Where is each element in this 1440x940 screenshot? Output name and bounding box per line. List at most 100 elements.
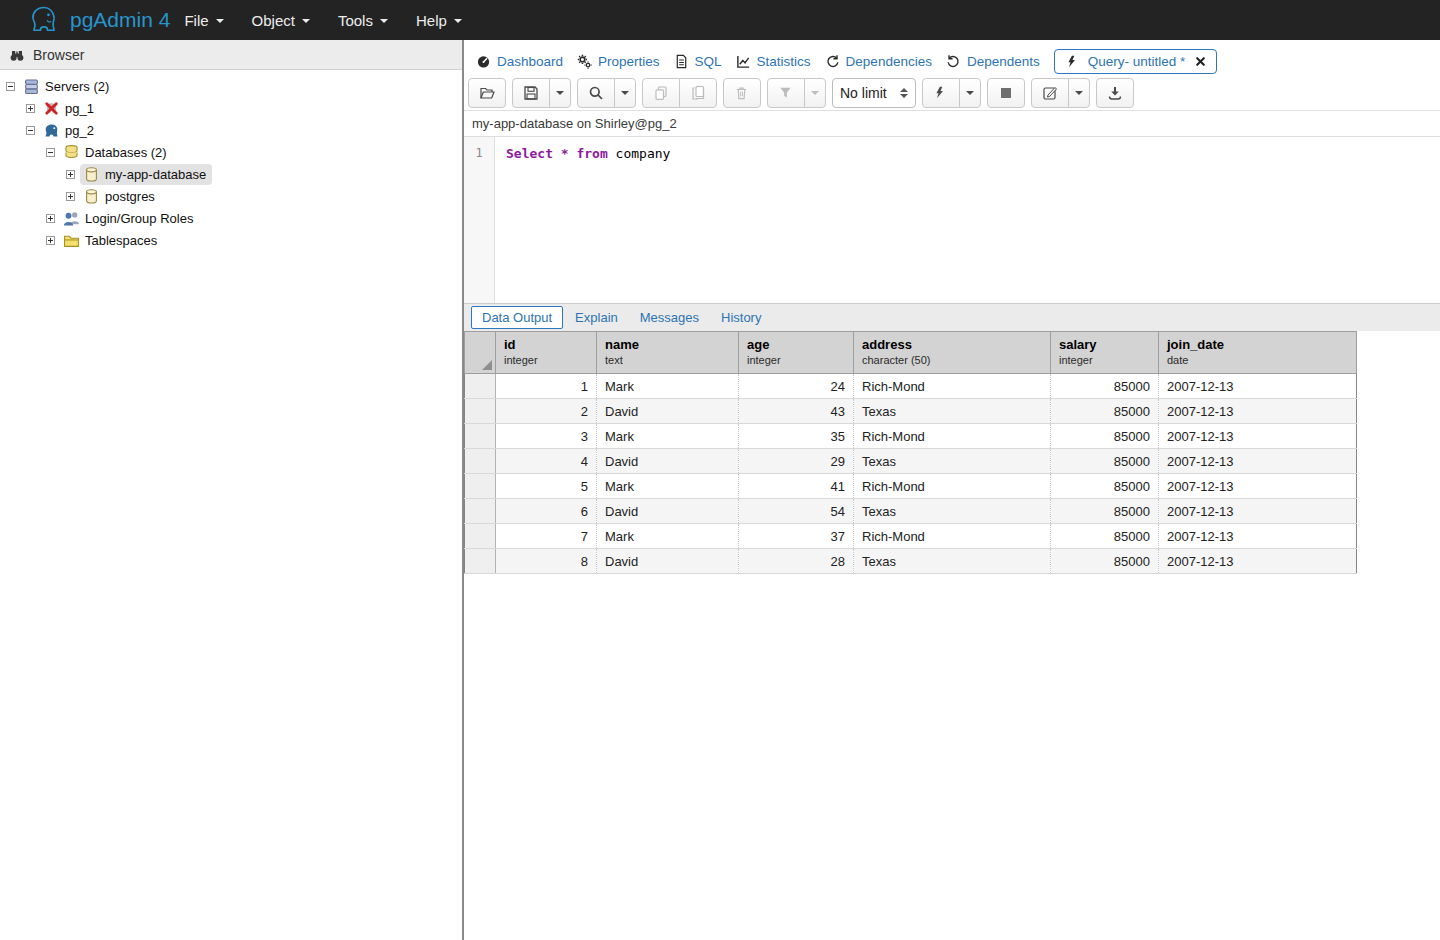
column-header-age[interactable]: ageinteger <box>739 332 854 374</box>
expand-icon[interactable] <box>66 170 75 179</box>
expand-icon[interactable] <box>46 236 55 245</box>
tab-statistics[interactable]: Statistics <box>736 54 811 69</box>
cell-address[interactable]: Texas <box>854 499 1051 524</box>
cell-age[interactable]: 37 <box>739 524 854 549</box>
cell-address[interactable]: Texas <box>854 399 1051 424</box>
cell-name[interactable]: David <box>597 549 739 574</box>
cell-name[interactable]: David <box>597 449 739 474</box>
column-header-salary[interactable]: salaryinteger <box>1051 332 1159 374</box>
collapse-icon[interactable] <box>46 148 55 157</box>
cell-id[interactable]: 1 <box>496 374 597 399</box>
cell-name[interactable]: David <box>597 499 739 524</box>
save-button[interactable] <box>512 78 550 108</box>
sql-editor[interactable]: 1 Select * from company <box>464 137 1440 303</box>
cell-age[interactable]: 24 <box>739 374 854 399</box>
cell-name[interactable]: Mark <box>597 374 739 399</box>
menu-object[interactable]: Object <box>252 12 310 29</box>
cell-join-date[interactable]: 2007-12-13 <box>1159 449 1357 474</box>
output-tab-history[interactable]: History <box>711 307 771 328</box>
sql-code-line[interactable]: Select * from company <box>495 137 670 303</box>
execute-options-caret[interactable] <box>959 78 981 108</box>
tab-query-untitled[interactable]: Query- untitled * <box>1054 49 1218 74</box>
output-tab-data-output[interactable]: Data Output <box>471 306 563 329</box>
stop-button[interactable] <box>987 78 1025 108</box>
menu-file[interactable]: File <box>184 12 223 29</box>
cell-salary[interactable]: 85000 <box>1051 499 1159 524</box>
tab-sql[interactable]: SQL <box>674 54 722 69</box>
edit-button[interactable] <box>1031 78 1069 108</box>
expand-icon[interactable] <box>46 214 55 223</box>
cell-join-date[interactable]: 2007-12-13 <box>1159 499 1357 524</box>
cell-age[interactable]: 28 <box>739 549 854 574</box>
copy-button[interactable] <box>642 78 680 108</box>
cell-join-date[interactable]: 2007-12-13 <box>1159 474 1357 499</box>
cell-join-date[interactable]: 2007-12-13 <box>1159 549 1357 574</box>
filter-options-caret[interactable] <box>804 78 826 108</box>
cell-address[interactable]: Rich-Mond <box>854 524 1051 549</box>
cell-id[interactable]: 3 <box>496 424 597 449</box>
column-header-join-date[interactable]: join_datedate <box>1159 332 1357 374</box>
row-header[interactable] <box>465 524 496 549</box>
tree-item-pg-2[interactable]: pg_2 <box>0 119 462 141</box>
row-limit-select[interactable]: No limit <box>832 78 916 108</box>
row-header[interactable] <box>465 449 496 474</box>
row-header[interactable] <box>465 424 496 449</box>
find-options-caret[interactable] <box>614 78 636 108</box>
cell-address[interactable]: Rich-Mond <box>854 374 1051 399</box>
tree-item-pg-1[interactable]: pg_1 <box>0 97 462 119</box>
cell-name[interactable]: Mark <box>597 474 739 499</box>
row-header[interactable] <box>465 399 496 424</box>
cell-age[interactable]: 43 <box>739 399 854 424</box>
edit-options-caret[interactable] <box>1068 78 1090 108</box>
row-header[interactable] <box>465 474 496 499</box>
execute-button[interactable] <box>922 78 960 108</box>
output-tab-messages[interactable]: Messages <box>630 307 709 328</box>
download-button[interactable] <box>1096 78 1134 108</box>
tree-item-tablespaces[interactable]: Tablespaces <box>0 229 462 251</box>
save-options-caret[interactable] <box>549 78 571 108</box>
row-header[interactable] <box>465 374 496 399</box>
cell-id[interactable]: 5 <box>496 474 597 499</box>
cell-salary[interactable]: 85000 <box>1051 399 1159 424</box>
cell-address[interactable]: Rich-Mond <box>854 424 1051 449</box>
cell-address[interactable]: Rich-Mond <box>854 474 1051 499</box>
cell-salary[interactable]: 85000 <box>1051 524 1159 549</box>
expand-icon[interactable] <box>26 104 35 113</box>
cell-name[interactable]: Mark <box>597 524 739 549</box>
tree-item-my-app-database[interactable]: my-app-database <box>0 163 462 185</box>
open-file-button[interactable] <box>468 78 506 108</box>
select-all-corner[interactable] <box>465 332 496 374</box>
cell-id[interactable]: 4 <box>496 449 597 474</box>
filter-button[interactable] <box>767 78 805 108</box>
tab-dependents[interactable]: Dependents <box>946 54 1040 69</box>
cell-address[interactable]: Texas <box>854 549 1051 574</box>
find-button[interactable] <box>577 78 615 108</box>
paste-button[interactable] <box>679 78 717 108</box>
cell-address[interactable]: Texas <box>854 449 1051 474</box>
close-icon[interactable] <box>1195 56 1206 67</box>
cell-join-date[interactable]: 2007-12-13 <box>1159 524 1357 549</box>
cell-age[interactable]: 35 <box>739 424 854 449</box>
cell-salary[interactable]: 85000 <box>1051 374 1159 399</box>
cell-age[interactable]: 41 <box>739 474 854 499</box>
cell-age[interactable]: 29 <box>739 449 854 474</box>
tree-item-login-group-roles[interactable]: Login/Group Roles <box>0 207 462 229</box>
cell-id[interactable]: 8 <box>496 549 597 574</box>
cell-join-date[interactable]: 2007-12-13 <box>1159 374 1357 399</box>
cell-join-date[interactable]: 2007-12-13 <box>1159 424 1357 449</box>
tree-item-servers-2[interactable]: Servers (2) <box>0 75 462 97</box>
column-header-name[interactable]: nametext <box>597 332 739 374</box>
expand-icon[interactable] <box>66 192 75 201</box>
cell-salary[interactable]: 85000 <box>1051 449 1159 474</box>
column-header-id[interactable]: idinteger <box>496 332 597 374</box>
menu-tools[interactable]: Tools <box>338 12 388 29</box>
delete-button[interactable] <box>723 78 761 108</box>
cell-salary[interactable]: 85000 <box>1051 424 1159 449</box>
tree-item-postgres[interactable]: postgres <box>0 185 462 207</box>
cell-salary[interactable]: 85000 <box>1051 474 1159 499</box>
row-header[interactable] <box>465 549 496 574</box>
cell-name[interactable]: Mark <box>597 424 739 449</box>
cell-salary[interactable]: 85000 <box>1051 549 1159 574</box>
output-tab-explain[interactable]: Explain <box>565 307 628 328</box>
tab-properties[interactable]: Properties <box>577 54 660 69</box>
